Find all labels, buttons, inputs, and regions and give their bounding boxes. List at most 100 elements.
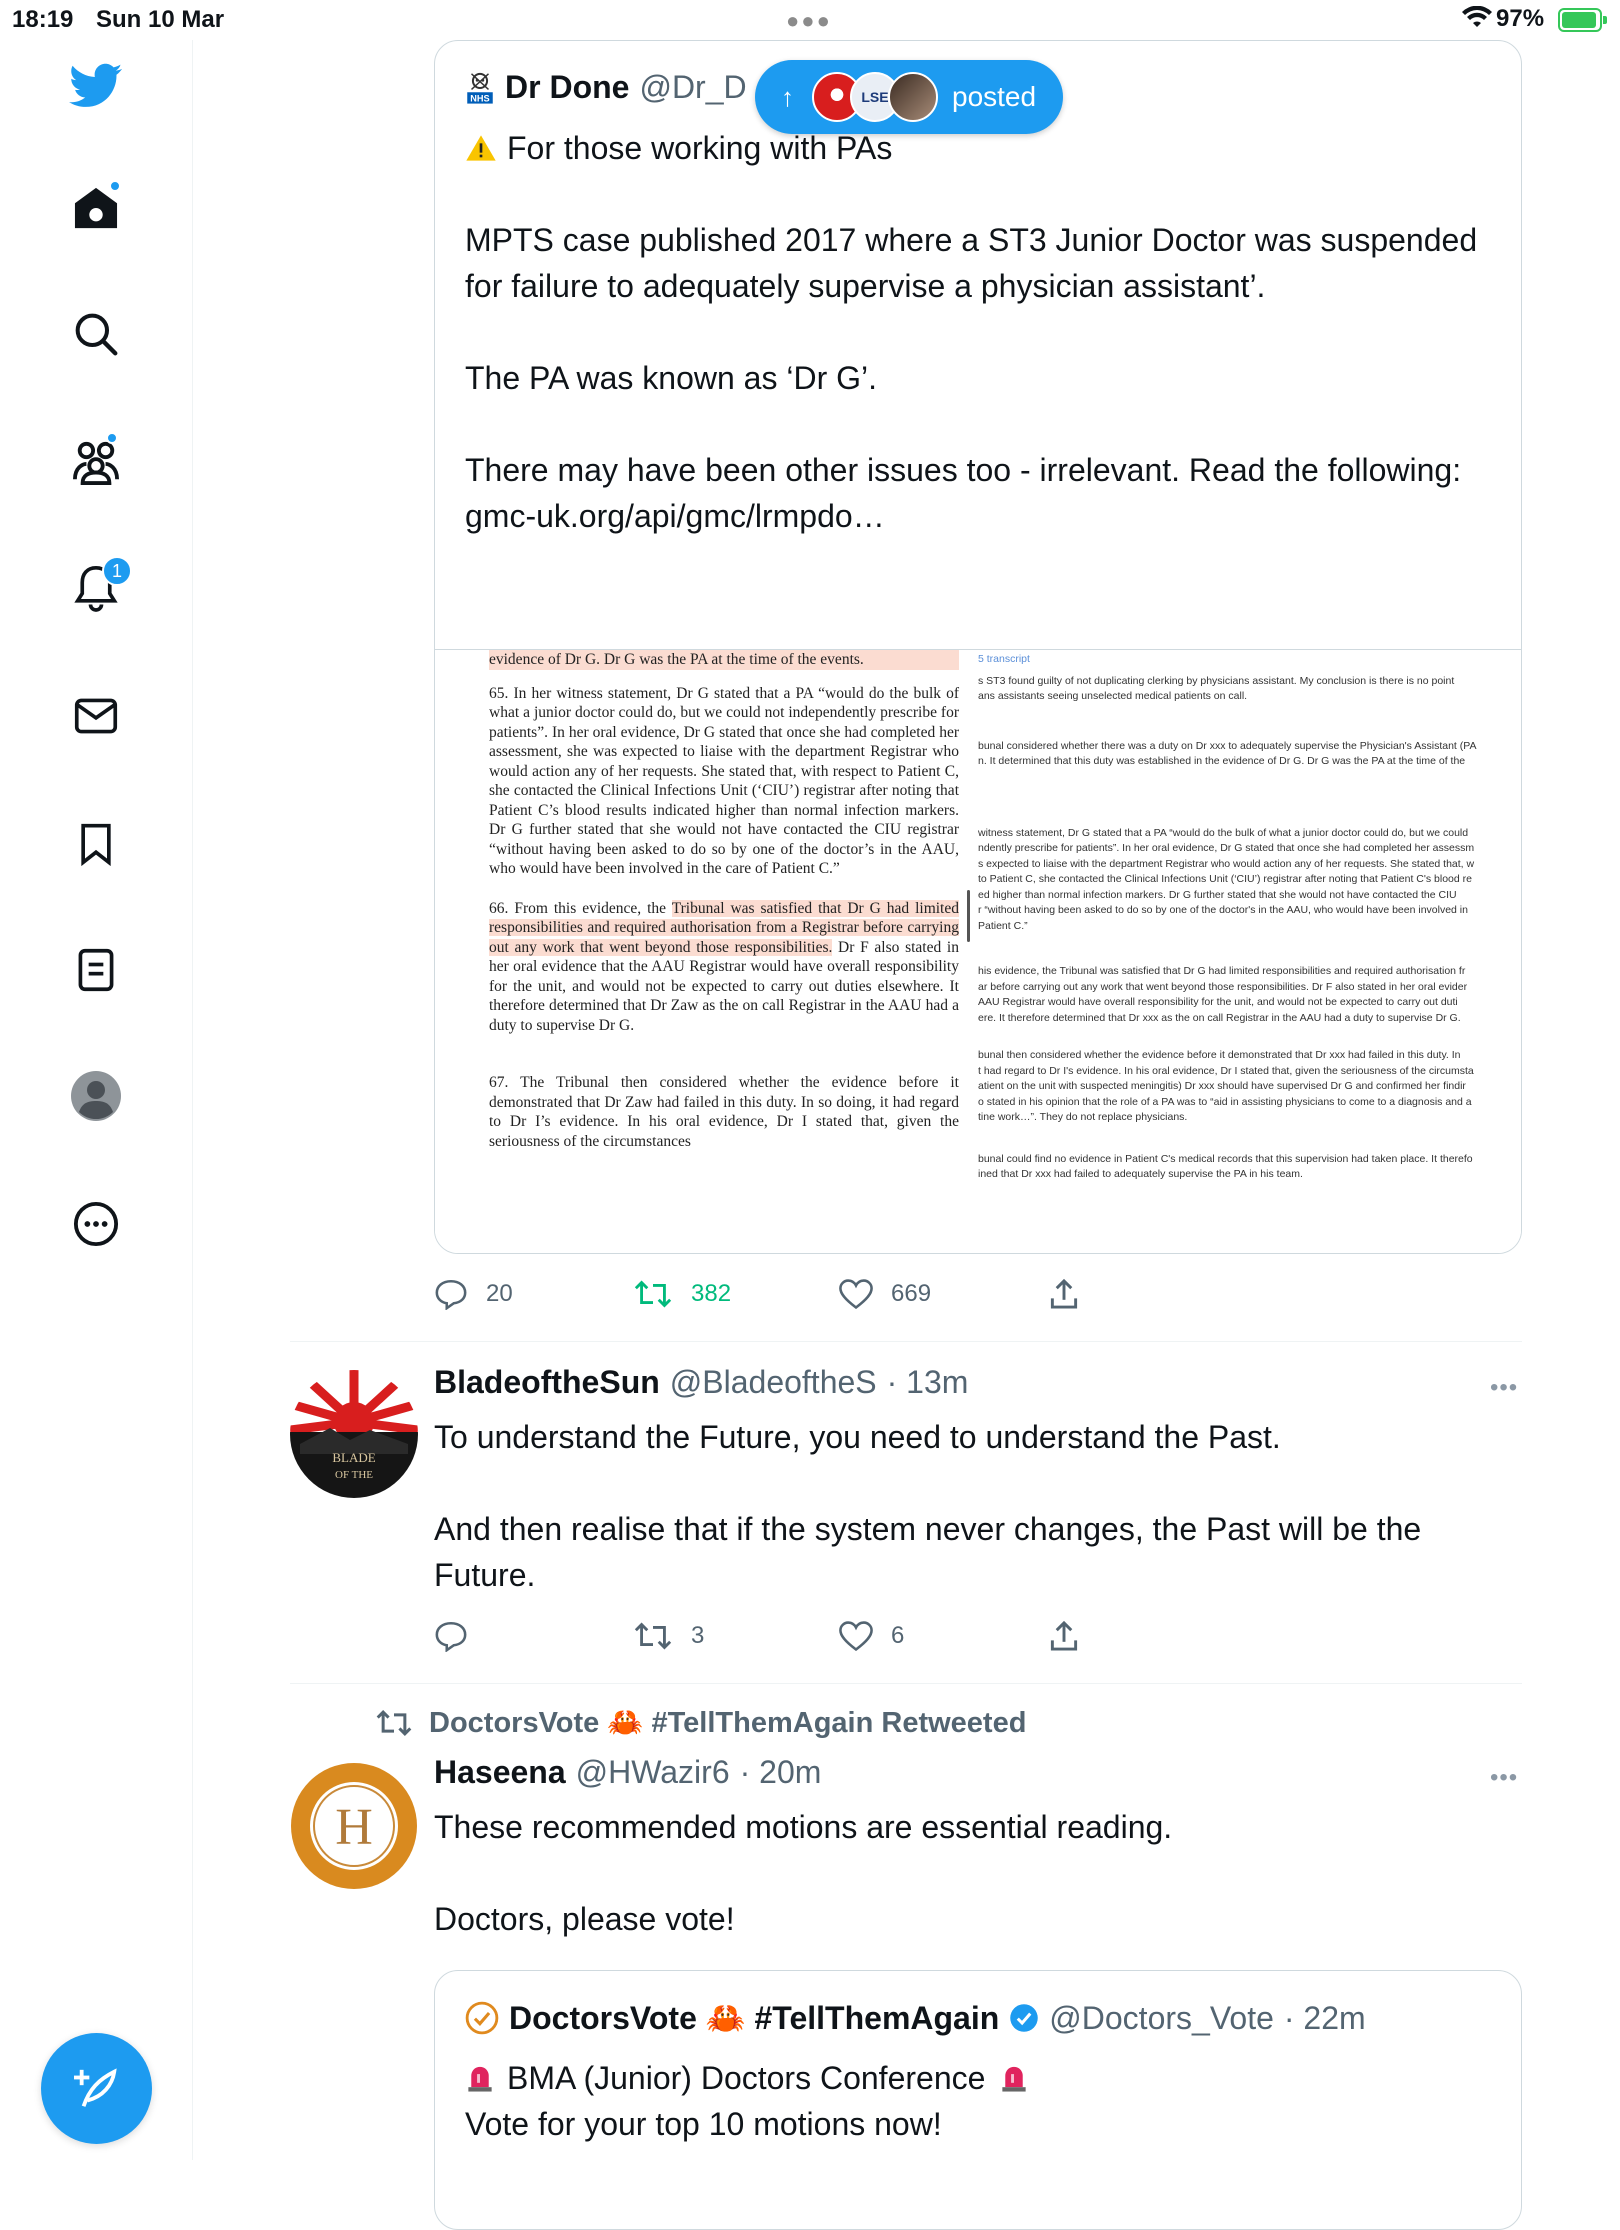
haseena-avatar[interactable]: H bbox=[290, 1762, 418, 1890]
like-count: 6 bbox=[891, 1622, 905, 1649]
haseena-paragraph-2: Doctors, please vote! bbox=[434, 1901, 735, 1937]
blade-author-handle[interactable]: @BladeoftheS bbox=[670, 1364, 877, 1401]
nav-bookmarks[interactable] bbox=[62, 810, 130, 878]
reply-button[interactable] bbox=[434, 1620, 633, 1652]
share-button[interactable] bbox=[1049, 1278, 1079, 1310]
doc-right-line: Patient C.” bbox=[978, 919, 1028, 932]
twitter-logo-icon[interactable] bbox=[62, 52, 130, 120]
svg-text:NHS: NHS bbox=[470, 93, 489, 103]
blade-avatar[interactable]: BLADE OF THE bbox=[290, 1370, 418, 1498]
quoted-author-handle[interactable]: @Dr_D bbox=[639, 69, 746, 106]
multitasking-dots-icon[interactable]: ●●● bbox=[786, 8, 832, 34]
quoted-author-name[interactable]: Dr Done bbox=[505, 69, 629, 106]
battery-icon bbox=[1558, 8, 1607, 32]
like-button[interactable]: 6 bbox=[839, 1621, 1049, 1651]
tribunal-document-image[interactable]: evidence of Dr G. Dr G was the PA at the… bbox=[435, 649, 1521, 1253]
retweeted-by-line[interactable]: DoctorsVote 🦀 #TellThemAgain Retweeted bbox=[375, 1706, 1026, 1740]
doc-right-para-5: bunal then considered whether the eviden… bbox=[978, 1048, 1521, 1126]
share-button[interactable] bbox=[1049, 1620, 1079, 1652]
doc-right-para-4: his evidence, the Tribunal was satisfied… bbox=[978, 964, 1521, 1026]
search-icon bbox=[75, 313, 118, 356]
blade-author-name[interactable]: BladeoftheSun bbox=[434, 1364, 660, 1401]
doc-right-para-1: s ST3 found guilty of not duplicating cl… bbox=[978, 674, 1521, 705]
haseena-more-options-icon[interactable]: ••• bbox=[1490, 1764, 1518, 1792]
reply-icon bbox=[435, 1621, 467, 1652]
like-button[interactable]: 669 bbox=[839, 1279, 1049, 1309]
new-posts-label: posted bbox=[952, 81, 1037, 112]
profile-avatar-icon bbox=[71, 1071, 121, 1121]
like-count: 669 bbox=[891, 1280, 932, 1307]
doc-right-line: to Patient C, she contacted the Clinical… bbox=[978, 873, 1472, 885]
nav-more[interactable] bbox=[62, 1190, 130, 1258]
retweet-button[interactable]: 3 bbox=[633, 1621, 839, 1651]
arrow-up-icon: ↑ bbox=[781, 81, 794, 112]
tweet-divider bbox=[290, 1341, 1522, 1342]
nav-communities[interactable] bbox=[62, 428, 130, 496]
reply-button[interactable]: 20 bbox=[434, 1278, 633, 1310]
quoted-tweet-card-2[interactable]: DoctorsVote 🦀 #TellThemAgain @Doctors_Vo… bbox=[434, 1970, 1522, 2230]
nav-messages[interactable] bbox=[62, 682, 130, 750]
blade-paragraph-1: To understand the Future, you need to un… bbox=[434, 1419, 1281, 1455]
warning-icon bbox=[465, 130, 507, 166]
quoted2-header: DoctorsVote 🦀 #TellThemAgain @Doctors_Vo… bbox=[465, 1999, 1366, 2037]
heart-icon bbox=[839, 1621, 873, 1651]
nav-profile[interactable] bbox=[62, 1062, 130, 1130]
reply-count: 20 bbox=[486, 1280, 513, 1307]
quoted-tweet-text: For those working with PAs MPTS case pub… bbox=[465, 125, 1485, 539]
doc-right-line: tine work…”. They do not replace physici… bbox=[978, 1111, 1188, 1123]
nav-lists[interactable] bbox=[62, 936, 130, 1004]
blade-more-options-icon[interactable]: ••• bbox=[1490, 1374, 1518, 1402]
doc-scroll-indicator bbox=[967, 890, 970, 942]
reply-icon bbox=[435, 1279, 467, 1310]
communities-icon bbox=[73, 441, 119, 485]
haseena-paragraph-1: These recommended motions are essential … bbox=[434, 1809, 1173, 1845]
blade-paragraph-2: And then realise that if the system neve… bbox=[434, 1511, 1422, 1593]
quoted-paragraph-2: MPTS case published 2017 where a ST3 Jun… bbox=[465, 222, 1478, 304]
svg-text:BLADE: BLADE bbox=[332, 1450, 375, 1465]
quoted-paragraph-4: There may have been other issues too - i… bbox=[465, 452, 1462, 534]
quoted-tweet-card[interactable]: NHS Dr Done @Dr_D For those working with… bbox=[434, 40, 1522, 1254]
haseena-tweet-text: These recommended motions are essential … bbox=[434, 1804, 1484, 1942]
doc-right-line: bunal could find no evidence in Patient … bbox=[978, 1152, 1473, 1165]
nav-explore[interactable] bbox=[62, 300, 130, 368]
quoted-tweet-header: NHS Dr Done @Dr_D bbox=[465, 69, 747, 106]
haseena-author-handle[interactable]: @HWazir6 bbox=[576, 1754, 730, 1791]
svg-text:OF THE: OF THE bbox=[335, 1469, 373, 1481]
haseena-tweet-time[interactable]: · 20m bbox=[740, 1754, 822, 1791]
doc-right-line: n. It determined that this duty was esta… bbox=[978, 755, 1466, 767]
compose-tweet-button[interactable] bbox=[41, 2033, 152, 2144]
doc-right-line: ined that Dr xxx had failed to adequatel… bbox=[978, 1168, 1303, 1180]
heart-icon bbox=[839, 1279, 873, 1309]
quoted2-author-handle[interactable]: @Doctors_Vote bbox=[1049, 2000, 1274, 2037]
doc-right-line: bunal then considered whether the eviden… bbox=[978, 1049, 1461, 1061]
nav-home[interactable] bbox=[62, 174, 130, 242]
retweet-count: 3 bbox=[691, 1622, 705, 1649]
new-posts-pill[interactable]: ↑ LSE posted bbox=[755, 60, 1063, 134]
list-icon bbox=[78, 948, 114, 992]
doctorsvote-avatar-icon bbox=[465, 2001, 499, 2035]
retweet-icon bbox=[376, 1710, 412, 1736]
verified-badge-icon bbox=[1010, 2004, 1039, 2032]
doc-right-para-3: witness statement, Dr G stated that a PA… bbox=[978, 826, 1521, 935]
haseena-author-name[interactable]: Haseena bbox=[434, 1754, 566, 1791]
notification-count-badge: 1 bbox=[102, 556, 132, 586]
tweet-divider bbox=[290, 1683, 1522, 1684]
doc-right-line: t had regard to Dr I's evidence. In his … bbox=[978, 1064, 1474, 1077]
doc-right-line: AAU Registrar would have overall respons… bbox=[978, 996, 1458, 1008]
timeline: NHS Dr Done @Dr_D For those working with… bbox=[193, 40, 1620, 2230]
haseena-tweet-header: Haseena @HWazir6 · 20m bbox=[434, 1754, 821, 1791]
quoted2-line-2: Vote for your top 10 motions now! bbox=[465, 2106, 942, 2142]
quoted2-time[interactable]: · 22m bbox=[1284, 2000, 1366, 2037]
quoted-tweet-actions: 20 382 669 bbox=[434, 1278, 1079, 1310]
retweet-button[interactable]: 382 bbox=[633, 1279, 839, 1309]
blade-tweet-time[interactable]: · 13m bbox=[887, 1364, 969, 1401]
tribunal-document-left: evidence of Dr G. Dr G was the PA at the… bbox=[489, 650, 959, 1165]
doc-right-para-2: bunal considered whether there was a dut… bbox=[978, 739, 1521, 770]
doc-para-66: 66. From this evidence, the Tribunal was… bbox=[489, 899, 959, 1036]
status-date: Sun 10 Mar bbox=[96, 6, 225, 33]
nav-notifications[interactable]: 1 bbox=[62, 554, 132, 622]
wifi-icon bbox=[1462, 5, 1492, 35]
siren-icon bbox=[465, 2060, 507, 2096]
share-icon bbox=[1050, 1620, 1078, 1651]
quoted2-author-name[interactable]: DoctorsVote 🦀 #TellThemAgain bbox=[509, 1999, 999, 2037]
